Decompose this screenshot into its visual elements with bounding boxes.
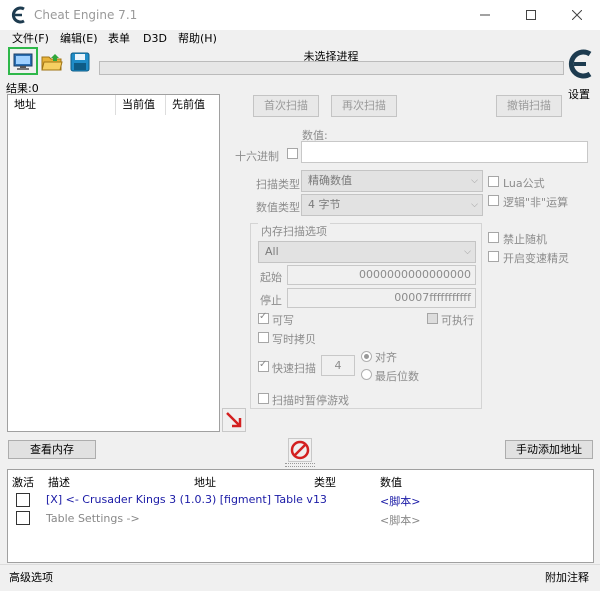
window-title: Cheat Engine 7.1: [34, 8, 138, 22]
open-process-button[interactable]: [11, 50, 35, 74]
copy-on-write-checkbox[interactable]: [258, 332, 269, 343]
folder-open-icon: [41, 54, 63, 71]
pause-game-label: 扫描时暂停游戏: [272, 394, 349, 407]
open-file-button[interactable]: [40, 50, 64, 74]
app-icon: [11, 6, 25, 24]
last-digits-radio[interactable]: [361, 369, 372, 380]
view-memory-button[interactable]: 查看内存: [8, 440, 96, 459]
add-to-list-button[interactable]: [222, 408, 246, 432]
scan-type-select[interactable]: 精确数值 ⌵: [301, 170, 483, 192]
first-scan-button[interactable]: 首次扫描: [253, 95, 319, 117]
menu-file[interactable]: 文件(F): [12, 30, 49, 48]
speedhack-checkbox[interactable]: [488, 251, 499, 262]
memory-region-value: All: [265, 245, 279, 258]
hex-checkbox[interactable]: [287, 148, 298, 159]
status-bar: [0, 564, 600, 591]
chevron-down-icon: ⌵: [471, 176, 478, 186]
undo-scan-button[interactable]: 撤销扫描: [496, 95, 562, 117]
next-scan-button[interactable]: 再次扫描: [331, 95, 397, 117]
scan-type-value: 精确数值: [308, 174, 352, 187]
hex-label: 十六进制: [235, 150, 279, 163]
floppy-disk-icon: [70, 52, 90, 72]
writable-label: 可写: [272, 314, 294, 327]
speedhack-label: 开启变速精灵: [503, 252, 569, 265]
close-icon: [572, 10, 582, 20]
menu-help[interactable]: 帮助(H): [178, 30, 217, 48]
cheat-table[interactable]: 激活 描述 地址 类型 数值 [X] <- Crusader Kings 3 (…: [7, 469, 594, 563]
menu-edit[interactable]: 编辑(E): [60, 30, 98, 48]
advanced-options[interactable]: 高级选项: [9, 569, 53, 585]
value-type-select[interactable]: 4 字节 ⌵: [301, 194, 483, 216]
value-type-value: 4 字节: [308, 198, 341, 211]
computer-icon: [13, 53, 33, 70]
save-button[interactable]: [68, 50, 92, 74]
fast-scan-input[interactable]: 4: [321, 355, 355, 376]
menu-d3d[interactable]: D3D: [143, 30, 167, 48]
last-digits-label: 最后位数: [375, 370, 419, 383]
start-address-label: 起始: [260, 271, 282, 284]
align-radio[interactable]: [361, 351, 372, 362]
cheat-engine-window: Cheat Engine 7.1 文件(F) 编辑(E) 表单 D3D 帮助(H…: [0, 0, 600, 591]
entry-description[interactable]: Table Settings ->: [46, 512, 140, 525]
arrow-down-right-icon: [226, 412, 242, 428]
column-address[interactable]: 地址: [8, 95, 116, 115]
entry-value[interactable]: <脚本>: [380, 512, 420, 528]
stop-address-input[interactable]: 00007fffffffffff: [287, 288, 476, 308]
close-button[interactable]: [554, 0, 600, 30]
memory-region-select[interactable]: All ⌵: [258, 241, 476, 263]
scan-type-label: 扫描类型: [256, 178, 300, 191]
stop-address-label: 停止: [260, 294, 282, 307]
maximize-button[interactable]: [508, 0, 554, 30]
minimize-button[interactable]: [462, 0, 508, 30]
copy-on-write-label: 写时拷贝: [272, 333, 316, 346]
lua-formula-label: Lua公式: [503, 177, 545, 190]
column-type[interactable]: 类型: [314, 474, 336, 490]
no-entry-icon: [290, 440, 310, 460]
start-address-input[interactable]: 0000000000000000: [287, 265, 476, 285]
fast-scan-checkbox[interactable]: [258, 359, 269, 372]
column-description[interactable]: 描述: [48, 474, 70, 490]
column-address[interactable]: 地址: [194, 474, 216, 490]
value-input[interactable]: [301, 141, 588, 163]
add-address-manually-button[interactable]: 手动添加地址: [505, 440, 593, 459]
disable-random-label: 禁止随机: [503, 233, 547, 246]
found-address-list[interactable]: 地址 当前值 先前值: [7, 94, 220, 432]
activate-checkbox[interactable]: [16, 493, 30, 507]
lua-formula-checkbox[interactable]: [488, 176, 499, 187]
progress-bar: [99, 61, 564, 75]
memory-scan-options-title: 内存扫描选项: [258, 223, 330, 239]
column-value[interactable]: 数值: [380, 474, 402, 490]
column-current-value[interactable]: 当前值: [116, 95, 166, 115]
executable-checkbox[interactable]: [427, 313, 438, 324]
not-logic-label: 逻辑"非"运算: [503, 196, 569, 209]
cheat-engine-logo-icon[interactable]: [566, 46, 594, 82]
executable-label: 可执行: [441, 314, 474, 327]
settings-label[interactable]: 设置: [568, 86, 590, 102]
entry-description[interactable]: [X] <- Crusader Kings 3 (1.0.3) [figment…: [46, 493, 327, 506]
activate-checkbox[interactable]: [16, 511, 30, 525]
entry-value[interactable]: <脚本>: [380, 493, 420, 509]
column-previous-value[interactable]: 先前值: [166, 95, 219, 115]
minimize-icon: [480, 14, 490, 16]
maximize-icon: [526, 10, 536, 20]
value-type-label: 数值类型: [256, 201, 300, 214]
splitter[interactable]: [0, 462, 600, 468]
disable-random-checkbox[interactable]: [488, 232, 499, 243]
table-extras[interactable]: 附加注释: [545, 569, 589, 585]
not-logic-checkbox[interactable]: [488, 195, 499, 206]
fast-scan-label: 快速扫描: [272, 362, 316, 375]
align-label: 对齐: [375, 351, 397, 364]
pause-game-checkbox[interactable]: [258, 393, 269, 404]
menu-table[interactable]: 表单: [108, 30, 130, 48]
column-active[interactable]: 激活: [12, 474, 34, 490]
clear-list-button[interactable]: [288, 438, 312, 462]
splitter-grip: [285, 463, 315, 467]
chevron-down-icon: ⌵: [464, 247, 471, 257]
chevron-down-icon: ⌵: [471, 200, 478, 210]
writable-checkbox[interactable]: [258, 311, 269, 324]
